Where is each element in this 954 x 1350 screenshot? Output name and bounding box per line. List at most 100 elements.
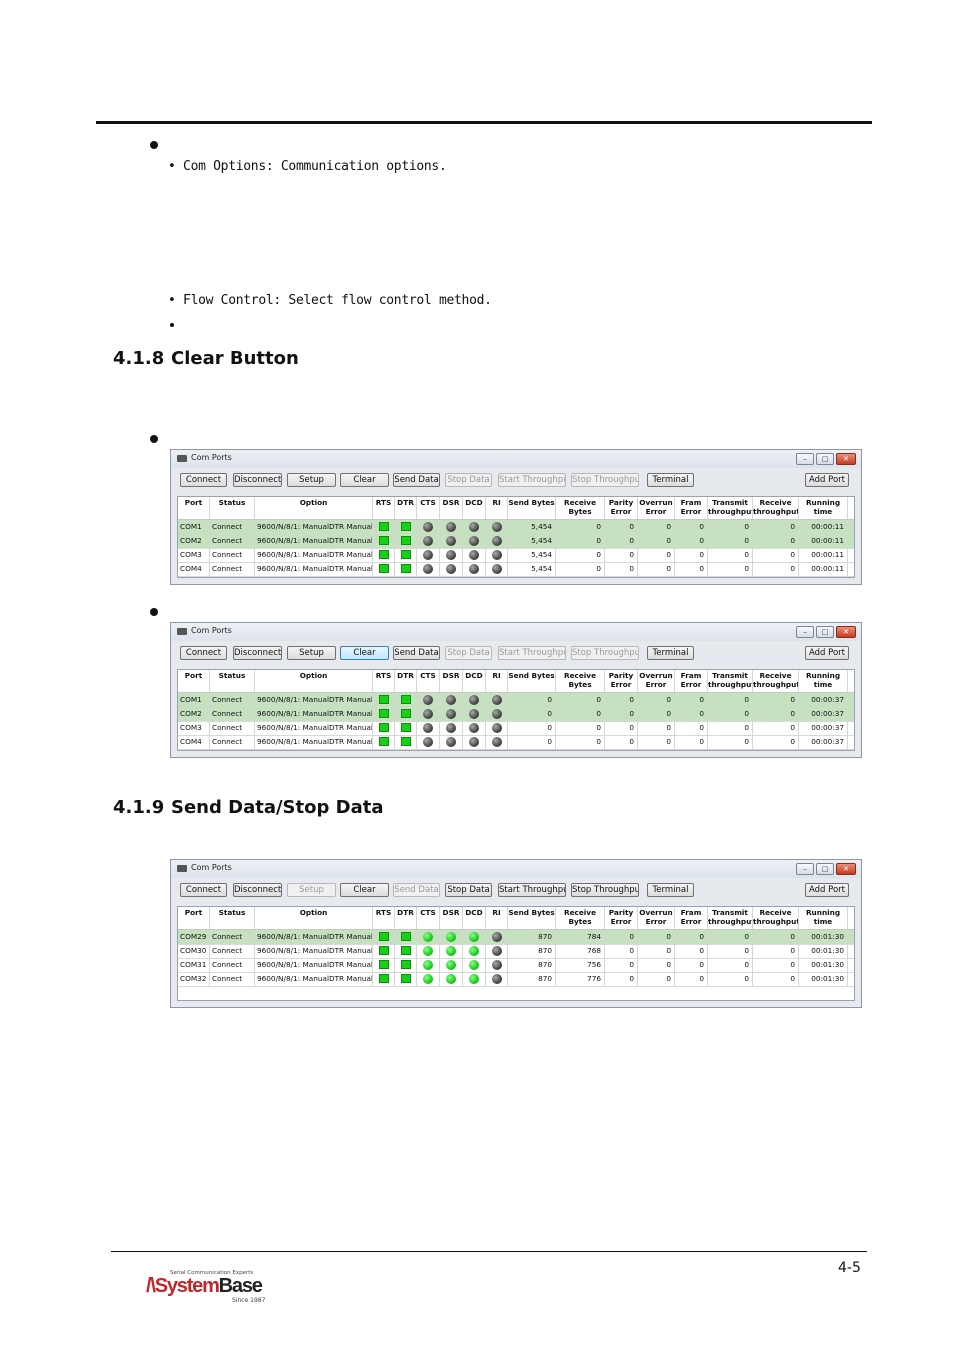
minimize-button[interactable]: – xyxy=(796,626,814,638)
start-throughput-button[interactable]: Start Throughput xyxy=(498,646,566,660)
add-port-button[interactable]: Add Port xyxy=(805,473,849,487)
table-row[interactable]: COM3Connect9600/N/8/1: ManualDTR ManualR… xyxy=(178,721,854,736)
table-row[interactable]: COM1Connect9600/N/8/1: ManualDTR ManualR… xyxy=(178,693,854,708)
column-header-receive-bytes[interactable]: Receive Bytes xyxy=(556,907,605,929)
column-header-dcd[interactable]: DCD xyxy=(463,907,486,929)
column-header-receive-throughput[interactable]: Receive throughput xyxy=(753,907,799,929)
maximize-button[interactable]: □ xyxy=(816,863,834,875)
column-header-dtr[interactable]: DTR xyxy=(395,497,417,519)
column-header-option[interactable]: Option xyxy=(255,670,373,692)
column-header-overrun-error[interactable]: Overrun Error xyxy=(638,497,675,519)
column-header-running-time[interactable]: Running time xyxy=(799,497,848,519)
column-header-parity-error[interactable]: Parity Error xyxy=(605,670,638,692)
column-header-running-time[interactable]: Running time xyxy=(799,907,848,929)
column-header-receive-throughput[interactable]: Receive throughput xyxy=(753,497,799,519)
send-data-button[interactable]: Send Data xyxy=(393,646,440,660)
minimize-button[interactable]: – xyxy=(796,863,814,875)
send-data-button[interactable]: Send Data xyxy=(393,473,440,487)
column-header-receive-throughput[interactable]: Receive throughput xyxy=(753,670,799,692)
minimize-button[interactable]: – xyxy=(796,453,814,465)
table-row[interactable]: COM32 Connect 9600/N/8/1: ManualDTR Manual… xyxy=(178,972,854,987)
column-header-ri[interactable]: RI xyxy=(486,497,508,519)
column-header-parity-error[interactable]: Parity Error xyxy=(605,497,638,519)
column-header-status[interactable]: Status xyxy=(210,670,255,692)
connect-button[interactable]: Connect xyxy=(180,646,227,660)
table-row[interactable]: COM4Connect9600/N/8/1: ManualDTR ManualR… xyxy=(178,562,854,577)
column-header-rts[interactable]: RTS xyxy=(373,670,395,692)
column-header-parity-error[interactable]: Parity Error xyxy=(605,907,638,929)
column-header-dtr[interactable]: DTR xyxy=(395,670,417,692)
column-header-cts[interactable]: CTS xyxy=(417,497,440,519)
column-header-status[interactable]: Status xyxy=(210,497,255,519)
column-header-send-bytes[interactable]: Send Bytes xyxy=(508,670,556,692)
clear-button[interactable]: Clear xyxy=(340,883,389,897)
add-port-button[interactable]: Add Port xyxy=(805,883,849,897)
clear-button[interactable]: Clear xyxy=(340,473,389,487)
column-header-receive-bytes[interactable]: Receive Bytes xyxy=(556,670,605,692)
column-header-fram-error[interactable]: Fram Error xyxy=(675,497,708,519)
column-header-fram-error[interactable]: Fram Error xyxy=(675,670,708,692)
column-header-cts[interactable]: CTS xyxy=(417,907,440,929)
stop-throughput-button[interactable]: Stop Throughput xyxy=(571,473,639,487)
column-header-dsr[interactable]: DSR xyxy=(440,497,463,519)
column-header-dtr[interactable]: DTR xyxy=(395,907,417,929)
column-header-rts[interactable]: RTS xyxy=(373,907,395,929)
terminal-button[interactable]: Terminal xyxy=(647,473,694,487)
column-header-dsr[interactable]: DSR xyxy=(440,907,463,929)
setup-button[interactable]: Setup xyxy=(287,883,336,897)
stop-throughput-button[interactable]: Stop Throughput xyxy=(571,646,639,660)
column-header-transmit-throughput[interactable]: Transmit throughput xyxy=(708,670,753,692)
column-header-overrun-error[interactable]: Overrun Error xyxy=(638,907,675,929)
send-data-button[interactable]: Send Data xyxy=(393,883,440,897)
column-header-status[interactable]: Status xyxy=(210,907,255,929)
close-button[interactable]: ✕ xyxy=(836,453,856,465)
start-throughput-button[interactable]: Start Throughput xyxy=(498,883,566,897)
table-row[interactable]: COM31 Connect 9600/N/8/1: ManualDTR Manual… xyxy=(178,958,854,973)
column-header-ri[interactable]: RI xyxy=(486,907,508,929)
connect-button[interactable]: Connect xyxy=(180,883,227,897)
table-row[interactable]: COM29 Connect 9600/N/8/1: ManualDTR Manual… xyxy=(178,930,854,945)
table-row[interactable]: COM3Connect9600/N/8/1: ManualDTR ManualR… xyxy=(178,548,854,563)
column-header-port[interactable]: Port xyxy=(178,907,210,929)
column-header-send-bytes[interactable]: Send Bytes xyxy=(508,497,556,519)
table-row[interactable]: COM4Connect9600/N/8/1: ManualDTR ManualR… xyxy=(178,735,854,750)
table-row[interactable]: COM30 Connect 9600/N/8/1: ManualDTR Manual… xyxy=(178,944,854,959)
setup-button[interactable]: Setup xyxy=(287,473,336,487)
column-header-overrun-error[interactable]: Overrun Error xyxy=(638,670,675,692)
column-header-dcd[interactable]: DCD xyxy=(463,670,486,692)
disconnect-button[interactable]: Disconnect xyxy=(233,883,282,897)
column-header-cts[interactable]: CTS xyxy=(417,670,440,692)
column-header-ri[interactable]: RI xyxy=(486,670,508,692)
column-header-port[interactable]: Port xyxy=(178,497,210,519)
table-row[interactable]: COM2Connect9600/N/8/1: ManualDTR ManualR… xyxy=(178,707,854,722)
clear-button[interactable]: Clear xyxy=(340,646,389,660)
disconnect-button[interactable]: Disconnect xyxy=(233,473,282,487)
start-throughput-button[interactable]: Start Throughput xyxy=(498,473,566,487)
stop-throughput-button[interactable]: Stop Throughput xyxy=(571,883,639,897)
column-header-dsr[interactable]: DSR xyxy=(440,670,463,692)
column-header-option[interactable]: Option xyxy=(255,497,373,519)
stop-data-button[interactable]: Stop Data xyxy=(445,646,492,660)
close-button[interactable]: ✕ xyxy=(836,626,856,638)
column-header-dcd[interactable]: DCD xyxy=(463,497,486,519)
stop-data-button[interactable]: Stop Data xyxy=(445,473,492,487)
column-header-port[interactable]: Port xyxy=(178,670,210,692)
close-button[interactable]: ✕ xyxy=(836,863,856,875)
disconnect-button[interactable]: Disconnect xyxy=(233,646,282,660)
column-header-transmit-throughput[interactable]: Transmit throughput xyxy=(708,907,753,929)
column-header-running-time[interactable]: Running time xyxy=(799,670,848,692)
connect-button[interactable]: Connect xyxy=(180,473,227,487)
add-port-button[interactable]: Add Port xyxy=(805,646,849,660)
maximize-button[interactable]: □ xyxy=(816,626,834,638)
column-header-transmit-throughput[interactable]: Transmit throughput xyxy=(708,497,753,519)
table-row[interactable]: COM1Connect9600/N/8/1: ManualDTR ManualR… xyxy=(178,520,854,535)
column-header-fram-error[interactable]: Fram Error xyxy=(675,907,708,929)
column-header-send-bytes[interactable]: Send Bytes xyxy=(508,907,556,929)
column-header-receive-bytes[interactable]: Receive Bytes xyxy=(556,497,605,519)
terminal-button[interactable]: Terminal xyxy=(647,883,694,897)
column-header-option[interactable]: Option xyxy=(255,907,373,929)
setup-button[interactable]: Setup xyxy=(287,646,336,660)
column-header-rts[interactable]: RTS xyxy=(373,497,395,519)
table-row[interactable]: COM2Connect9600/N/8/1: ManualDTR ManualR… xyxy=(178,534,854,549)
maximize-button[interactable]: □ xyxy=(816,453,834,465)
